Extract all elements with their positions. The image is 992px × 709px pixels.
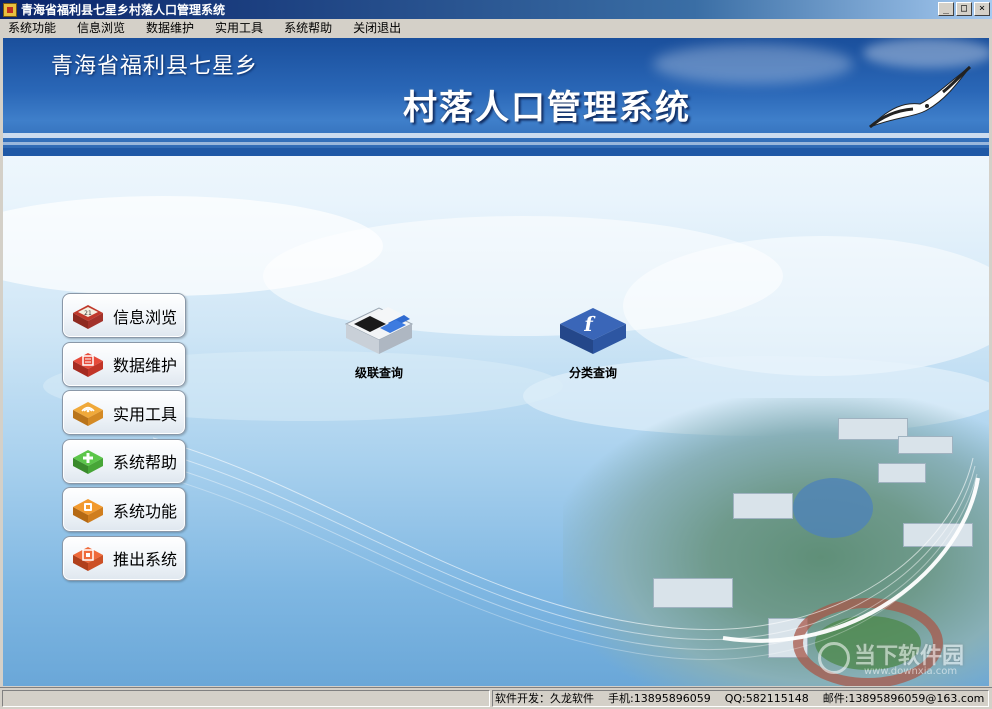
menu-system-help[interactable]: 系统帮助 (278, 19, 338, 38)
category-query-label: 分类查询 (568, 366, 617, 380)
database-icon (73, 353, 103, 378)
nav-label: 信息浏览 (113, 307, 178, 327)
banner-stripe (3, 133, 989, 138)
watermark-url: www.downxia.com (864, 666, 958, 677)
nav-button-system-functions[interactable]: 系统功能 (62, 487, 186, 533)
status-panel-info: 软件开发：久龙软件 手机:13895896059 QQ:582115148 邮件:13… (492, 690, 989, 707)
nav-label: 实用工具 (113, 404, 178, 424)
banner-title: 村落人口管理系统 (403, 88, 691, 128)
seagull-icon (869, 65, 972, 129)
cascade-query-shortcut[interactable]: 级联查询 (334, 300, 424, 381)
status-bar: 软件开发：久龙软件 手机:13895896059 QQ:582115148 邮件:13… (0, 687, 992, 709)
status-developer: 软件开发：久龙软件 (495, 692, 594, 705)
status-email: 邮件:13895896059@163.com (822, 692, 985, 705)
nav-button-system-help[interactable]: 系统帮助 (62, 438, 186, 484)
cascade-query-icon (344, 307, 414, 354)
settings-icon (73, 498, 103, 523)
svg-text:21: 21 (84, 310, 92, 317)
nav-button-utilities[interactable]: 实用工具 (62, 390, 186, 436)
minimize-button[interactable]: _ (938, 2, 954, 16)
title-bar: 青海省福利县七星乡村落人口管理系统 _ □ × (0, 0, 992, 19)
menu-utilities[interactable]: 实用工具 (209, 19, 269, 38)
nav-label: 系统帮助 (113, 453, 178, 473)
banner-cloud (653, 44, 853, 84)
banner-subtitle: 青海省福利县七星乡 (51, 54, 259, 79)
status-phone: 手机:13895896059 (608, 692, 711, 705)
menu-info-browse[interactable]: 信息浏览 (71, 19, 131, 38)
calendar-icon: 21 (73, 304, 103, 329)
side-nav: 21 信息浏览 数据维护 实用工具 系统帮助 系统功能 推出系统 (62, 293, 186, 585)
maximize-button[interactable]: □ (956, 2, 972, 16)
app-icon[interactable] (3, 2, 17, 17)
category-query-icon: f (560, 308, 626, 354)
watermark: 当下软件园 www.downxia.com (818, 638, 988, 684)
category-query-shortcut[interactable]: f 分类查询 (548, 300, 638, 381)
watermark-logo-icon (818, 642, 850, 674)
nav-label: 数据维护 (113, 356, 178, 376)
menu-bar: 系统功能 信息浏览 数据维护 实用工具 系统帮助 关闭退出 (0, 19, 992, 38)
exit-icon (73, 547, 103, 572)
window-title: 青海省福利县七星乡村落人口管理系统 (21, 3, 226, 17)
cascade-query-label: 级联查询 (354, 366, 403, 380)
menu-data-maintenance[interactable]: 数据维护 (140, 19, 200, 38)
add-icon (73, 450, 103, 475)
banner-stripe (3, 142, 989, 145)
nav-label: 系统功能 (113, 501, 178, 521)
nav-button-exit-system[interactable]: 推出系统 (62, 535, 186, 581)
main-panel: 青海省福利县七星乡 村落人口管理系统 21 信息浏览 数据维护 实用工具 系统帮… (3, 38, 989, 686)
banner-border (3, 148, 989, 156)
window-controls: _ □ × (938, 2, 990, 16)
nav-label: 推出系统 (113, 550, 178, 570)
status-panel-left (2, 690, 490, 707)
header-banner: 青海省福利县七星乡 村落人口管理系统 (3, 38, 989, 156)
status-qq: QQ:582115148 (724, 692, 809, 705)
menu-system-functions[interactable]: 系统功能 (2, 19, 62, 38)
nav-button-info-browse[interactable]: 21 信息浏览 (62, 293, 186, 338)
menu-close-exit[interactable]: 关闭退出 (347, 19, 407, 38)
nav-button-data-maintenance[interactable]: 数据维护 (62, 341, 186, 387)
rss-icon (73, 401, 103, 426)
close-button[interactable]: × (974, 2, 990, 16)
